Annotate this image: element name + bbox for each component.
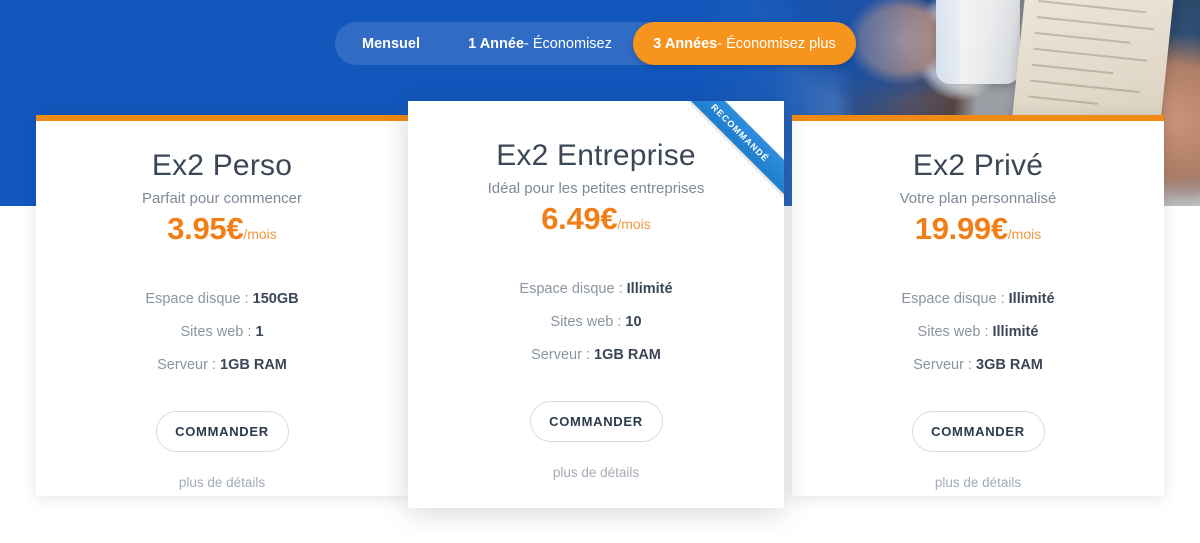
plan-price: 19.99€/mois xyxy=(792,211,1164,247)
toggle-option-1-year-note: - Économisez xyxy=(524,35,612,52)
plan-price-period: /mois xyxy=(243,225,277,242)
feature-value: 1GB RAM xyxy=(220,357,287,374)
card-body: Ex2 Entreprise Idéal pour les petites en… xyxy=(408,101,784,480)
more-details-link[interactable]: plus de détails xyxy=(36,475,408,490)
feature-label: Serveur : xyxy=(531,347,590,364)
toggle-option-1-year-label: 1 Année xyxy=(468,35,525,52)
toggle-option-monthly-label: Mensuel xyxy=(361,35,420,52)
card-body: Ex2 Perso Parfait pour commencer 3.95€/m… xyxy=(36,115,408,490)
more-details-link[interactable]: plus de détails xyxy=(408,465,784,480)
feature-label: Espace disque : xyxy=(519,281,623,298)
feature-value: 1 xyxy=(255,324,264,341)
feature-disk-space: Espace disque : 150GB xyxy=(36,283,408,316)
toggle-option-1-year[interactable]: 1 Année - Économisez xyxy=(447,22,633,65)
feature-disk-space: Espace disque : Illimité xyxy=(792,283,1164,316)
toggle-option-monthly[interactable]: Mensuel xyxy=(335,22,447,65)
pricing-page: Mensuel 1 Année - Économisez 3 Années - Éc… xyxy=(0,0,1200,543)
plan-tagline: Votre plan personnalisé xyxy=(899,189,1057,207)
feature-value: 1GB RAM xyxy=(594,347,661,364)
feature-value: 150GB xyxy=(252,291,299,308)
feature-value: 3GB RAM xyxy=(976,357,1043,374)
plan-features: Espace disque : Illimité Sites web : Ill… xyxy=(792,283,1164,382)
plan-name: Ex2 Privé xyxy=(912,149,1044,182)
feature-value: 10 xyxy=(625,314,642,331)
feature-value: Illimité xyxy=(626,281,673,298)
feature-value: Illimité xyxy=(992,324,1039,341)
order-button[interactable]: COMMANDER xyxy=(911,411,1045,453)
feature-websites: Sites web : Illimité xyxy=(792,316,1164,349)
order-button[interactable]: COMMANDER xyxy=(155,411,289,453)
plan-tagline: Idéal pour les petites entreprises xyxy=(487,179,705,197)
toggle-option-3-years-note: - Économisez plus xyxy=(717,35,836,52)
plan-price-amount: 19.99€ xyxy=(914,210,1008,246)
plan-name: Ex2 Perso xyxy=(151,149,293,182)
pricing-card-ex2-prive[interactable]: Ex2 Privé Votre plan personnalisé 19.99€… xyxy=(792,115,1164,496)
feature-label: Espace disque : xyxy=(145,291,249,308)
card-body: Ex2 Privé Votre plan personnalisé 19.99€… xyxy=(792,115,1164,490)
more-details-link[interactable]: plus de détails xyxy=(792,475,1164,490)
feature-label: Espace disque : xyxy=(901,291,1005,308)
feature-label: Serveur : xyxy=(157,357,216,374)
order-button[interactable]: COMMANDER xyxy=(529,401,663,443)
feature-label: Sites web : xyxy=(917,324,989,341)
pricing-card-ex2-perso[interactable]: Ex2 Perso Parfait pour commencer 3.95€/m… xyxy=(36,115,408,496)
feature-websites: Sites web : 1 xyxy=(36,316,408,349)
plan-name: Ex2 Entreprise xyxy=(496,139,696,172)
feature-value: Illimité xyxy=(1008,291,1055,308)
feature-server: Serveur : 3GB RAM xyxy=(792,349,1164,382)
billing-period-toggle[interactable]: Mensuel 1 Année - Économisez 3 Années - Éc… xyxy=(335,22,856,65)
feature-websites: Sites web : 10 xyxy=(408,306,784,339)
feature-label: Sites web : xyxy=(180,324,252,341)
plan-price: 6.49€/mois xyxy=(408,201,784,237)
feature-disk-space: Espace disque : Illimité xyxy=(408,273,784,306)
feature-server: Serveur : 1GB RAM xyxy=(408,339,784,372)
feature-server: Serveur : 1GB RAM xyxy=(36,349,408,382)
plan-price-period: /mois xyxy=(1007,225,1042,242)
plan-price-amount: 3.95€ xyxy=(167,210,244,246)
feature-label: Sites web : xyxy=(550,314,622,331)
feature-label: Serveur : xyxy=(913,357,972,374)
pricing-card-ex2-entreprise[interactable]: RECOMMANDÉ Ex2 Entreprise Idéal pour les… xyxy=(408,101,784,508)
plan-price-period: /mois xyxy=(617,215,651,232)
plan-features: Espace disque : 150GB Sites web : 1 Serv… xyxy=(36,283,408,382)
plan-features: Espace disque : Illimité Sites web : 10 … xyxy=(408,273,784,372)
toggle-option-3-years-label: 3 Années xyxy=(653,35,718,52)
plan-tagline: Parfait pour commencer xyxy=(141,189,303,207)
plan-price-amount: 6.49€ xyxy=(541,200,618,236)
toggle-option-3-years[interactable]: 3 Années - Économisez plus xyxy=(633,22,856,65)
plan-price: 3.95€/mois xyxy=(36,211,408,247)
